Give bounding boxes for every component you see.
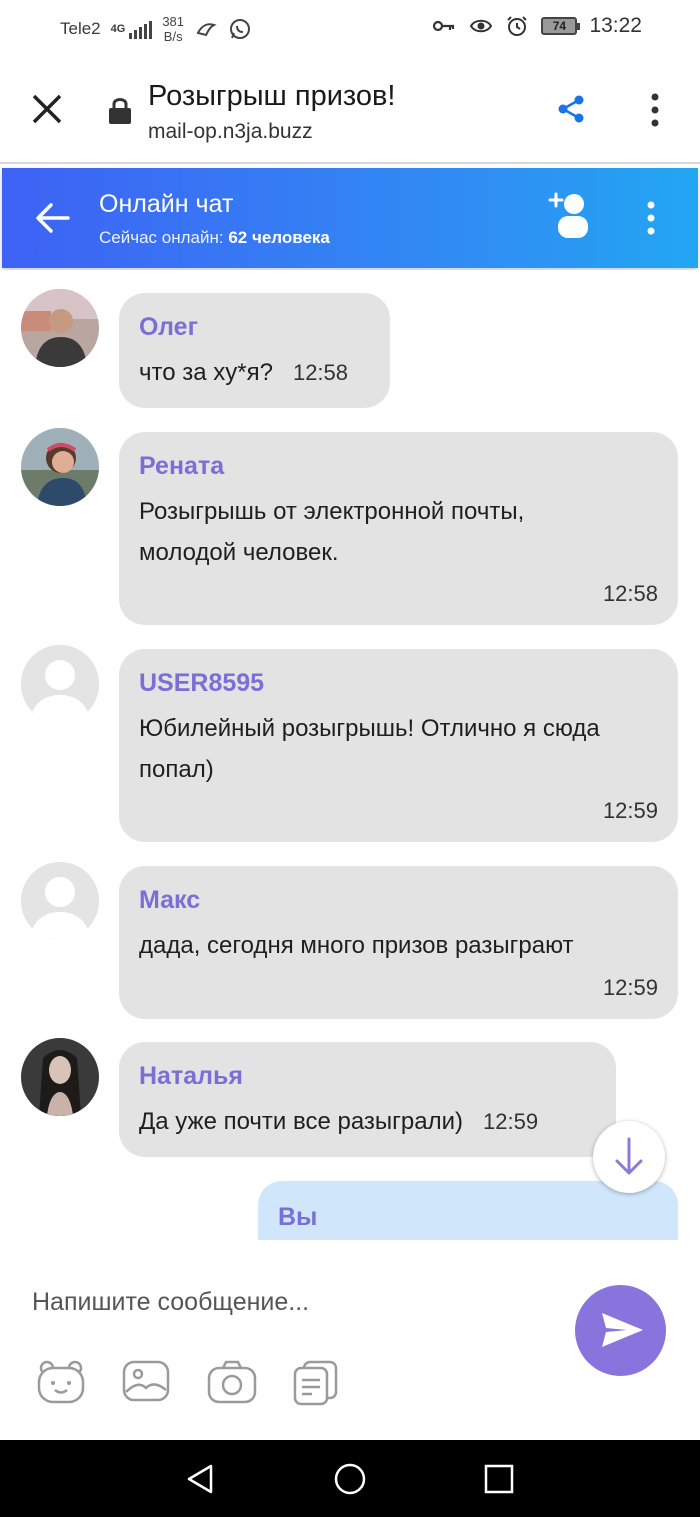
avatar[interactable] — [21, 428, 99, 506]
message-input[interactable] — [20, 1270, 560, 1334]
carrier-label: Tele2 — [60, 19, 101, 38]
chat-header: Онлайн чат Сейчас онлайн: 62 человека — [2, 168, 698, 268]
send-icon — [602, 1313, 643, 1347]
chat-title: Онлайн чат — [99, 190, 234, 218]
signal-icon — [129, 19, 153, 39]
avatar[interactable] — [21, 289, 99, 367]
message-body: что за ху*я? — [139, 359, 273, 386]
message-bubble[interactable]: Наталья Да уже почти все разыграли) 12:59 — [119, 1042, 616, 1157]
status-bar: Tele2 4G 381 B/s 74 13:22 — [0, 0, 700, 56]
image-icon[interactable] — [120, 1358, 172, 1406]
message-time: 12:59 — [483, 1109, 539, 1134]
avatar[interactable] — [21, 862, 99, 940]
screen: Tele2 4G 381 B/s 74 13:22 Розыгрыш призо… — [0, 0, 700, 1517]
whatsapp-icon — [230, 19, 251, 39]
files-icon[interactable] — [290, 1358, 342, 1406]
more-vertical-icon[interactable] — [645, 92, 665, 128]
sender-name: Макс — [139, 886, 201, 914]
message-body: Да уже почти все разыграли) — [139, 1108, 464, 1135]
message-body: Розыгрышь от электронной почты, молодой … — [139, 498, 525, 566]
message-bubble[interactable]: Макс дада, сегодня много призов разыграю… — [119, 866, 678, 1019]
nav-home-icon[interactable] — [333, 1462, 367, 1496]
message-text: что за ху*я? 12:58 — [139, 352, 370, 393]
message-text: Да уже почти все разыграли) 12:59 — [139, 1101, 596, 1142]
key-icon — [433, 20, 455, 32]
clock: 13:22 — [589, 14, 642, 37]
online-status: Сейчас онлайн: 62 человека — [99, 228, 330, 248]
avatar-woman-dark-photo — [21, 1038, 99, 1116]
avatar-man-photo — [21, 289, 99, 367]
arrow-down-icon — [615, 1137, 643, 1175]
camera-icon[interactable] — [206, 1358, 258, 1406]
online-label: Сейчас онлайн: — [99, 228, 224, 247]
share-icon[interactable] — [556, 94, 586, 124]
message-time: 12:58 — [292, 360, 349, 385]
system-nav-bar — [0, 1440, 700, 1517]
page-title: Розыгрыш призов! — [148, 80, 396, 112]
sticker-icon[interactable] — [35, 1358, 87, 1406]
speed-unit: B/s — [163, 29, 183, 44]
nav-recents-icon[interactable] — [482, 1462, 516, 1496]
sender-name: Вы — [278, 1203, 318, 1231]
battery-icon: 74 — [541, 17, 581, 35]
status-right: 74 13:22 — [431, 14, 642, 38]
sender-name: USER8595 — [139, 669, 265, 697]
add-user-icon[interactable] — [548, 190, 594, 242]
more-vertical-icon[interactable] — [642, 200, 660, 236]
message-composer — [0, 1240, 700, 1440]
alarm-icon — [507, 16, 528, 36]
message-bubble[interactable]: Рената Розыгрышь от электронной почты, м… — [119, 432, 678, 625]
network-type: 4G — [110, 23, 126, 35]
network-speed: 381 B/s — [162, 14, 184, 44]
nav-back-icon[interactable] — [183, 1462, 217, 1496]
page-url[interactable]: mail-op.n3ja.buzz — [148, 120, 313, 144]
notification-bird-icon — [196, 23, 217, 37]
online-count: 62 человека — [228, 228, 330, 247]
default-avatar-icon — [21, 645, 99, 723]
message-bubble[interactable]: USER8595 Юбилейный розыгрышь! Отлично я … — [119, 649, 678, 842]
sender-name: Рената — [139, 452, 225, 480]
eye-icon — [470, 19, 493, 33]
message-body: дада, сегодня много призов разыграют — [139, 932, 574, 959]
sender-name: Олег — [139, 313, 198, 341]
scroll-down-button[interactable] — [593, 1121, 665, 1193]
message-time: 12:59 — [602, 798, 658, 823]
message-body: Юбилейный розыгрышь! Отлично я сюда попа… — [139, 715, 600, 783]
message-bubble[interactable]: Олег что за ху*я? 12:58 — [119, 293, 390, 408]
message-list[interactable]: Олег что за ху*я? 12:58 Рената Розыгрышь… — [0, 270, 700, 1240]
close-icon[interactable] — [30, 92, 64, 126]
back-arrow-icon[interactable] — [34, 199, 72, 237]
default-avatar-icon — [21, 862, 99, 940]
battery-level: 74 — [552, 19, 567, 33]
sender-name: Наталья — [139, 1062, 243, 1090]
browser-toolbar: Розыгрыш призов! mail-op.n3ja.buzz — [0, 56, 700, 164]
send-button[interactable] — [575, 1285, 666, 1376]
speed-value: 381 — [162, 14, 185, 29]
status-left: Tele2 4G 381 B/s — [60, 14, 252, 44]
message-time: 12:58 — [602, 581, 658, 606]
avatar[interactable] — [21, 1038, 99, 1116]
avatar[interactable] — [21, 645, 99, 723]
message-time: 12:59 — [602, 975, 658, 1000]
avatar-woman-photo — [21, 428, 99, 506]
lock-icon — [109, 98, 131, 124]
